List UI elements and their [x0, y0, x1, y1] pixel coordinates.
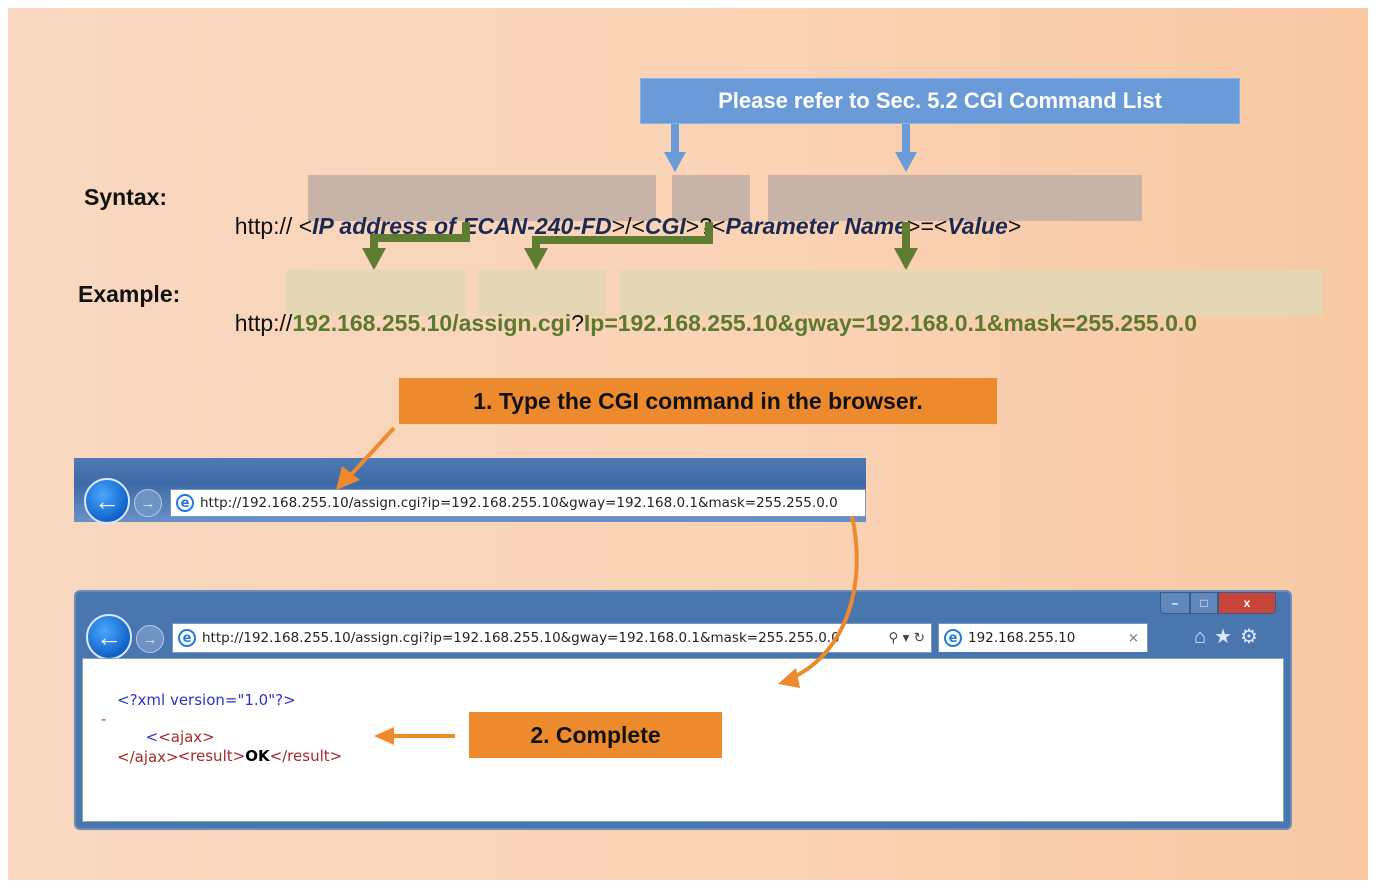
browser1-address-bar[interactable]: e http://192.168.255.10/assign.cgi?ip=19…: [170, 489, 866, 517]
result-close-tag: </result>: [269, 747, 343, 765]
syntax-label: Syntax:: [84, 184, 168, 210]
syntax-line: http:// <IP address of ECAN-240-FD>/<CGI…: [222, 184, 1021, 240]
browser2-address-bar[interactable]: e http://192.168.255.10/assign.cgi?ip=19…: [172, 623, 932, 653]
close-button[interactable]: x: [1218, 592, 1276, 614]
example-question: ?: [571, 310, 584, 336]
syntax-sep1: >/<: [611, 213, 645, 239]
tab-close-icon[interactable]: ×: [1128, 630, 1139, 646]
tab-title: 192.168.255.10: [968, 630, 1076, 646]
maximize-button[interactable]: □: [1190, 592, 1218, 614]
ajax-close-tag: </ajax>: [117, 748, 179, 766]
cgi-reference-banner: Please refer to Sec. 5.2 CGI Command Lis…: [640, 78, 1240, 124]
browser1-url: http://192.168.255.10/assign.cgi?ip=192.…: [200, 495, 838, 511]
syntax-value: Value: [947, 213, 1008, 239]
syntax-sep3: >=<: [907, 213, 948, 239]
syntax-sep2: >?<: [685, 213, 726, 239]
example-params: Ip=192.168.255.10&gway=192.168.0.1&mask=…: [583, 310, 1198, 336]
example-line: http://192.168.255.10/assign.cgi?Ip=192.…: [222, 281, 1197, 337]
browser2-tab[interactable]: e 192.168.255.10 ×: [938, 623, 1148, 652]
browser2-forward-button[interactable]: →: [136, 625, 164, 653]
syntax-ip: IP address of ECAN-240-FD: [312, 213, 612, 239]
home-star-gear-icons[interactable]: ⌂★⚙: [1194, 624, 1266, 649]
collapse-toggle[interactable]: -: [101, 710, 106, 728]
browser1-toolbar: ← → e http://192.168.255.10/assign.cgi?i…: [74, 458, 866, 524]
step2-banner: 2. Complete: [469, 712, 722, 758]
syntax-prefix: http:// <: [234, 213, 313, 239]
example-prefix: http://: [234, 310, 293, 336]
example-label: Example:: [78, 281, 181, 307]
step1-banner: 1. Type the CGI command in the browser.: [399, 378, 997, 424]
syntax-suffix: >: [1007, 213, 1022, 239]
syntax-cgi: CGI: [644, 213, 686, 239]
browser1-forward-button[interactable]: →: [134, 489, 162, 517]
example-cgi: assign.cgi: [458, 310, 572, 336]
browser2-window: – □ x ← → e http://192.168.255.10/assign…: [74, 590, 1292, 830]
syntax-param: Parameter Name: [725, 213, 908, 239]
example-ip: 192.168.255.10: [292, 310, 453, 336]
result-value: OK: [245, 747, 270, 765]
browser2-url: http://192.168.255.10/assign.cgi?ip=192.…: [202, 630, 840, 646]
browser1-ie-icon: e: [176, 494, 194, 512]
xml-declaration: <?xml version="1.0"?>: [117, 691, 296, 709]
browser1-back-button[interactable]: ←: [84, 478, 130, 524]
browser2-ie-icon: e: [178, 629, 196, 647]
minimize-button[interactable]: –: [1160, 592, 1190, 614]
browser2-back-button[interactable]: ←: [86, 614, 132, 660]
tab-ie-icon: e: [944, 629, 962, 647]
result-open-tag: <result>: [177, 747, 246, 765]
search-refresh-icons[interactable]: ⚲ ▾ ↻: [882, 630, 931, 646]
